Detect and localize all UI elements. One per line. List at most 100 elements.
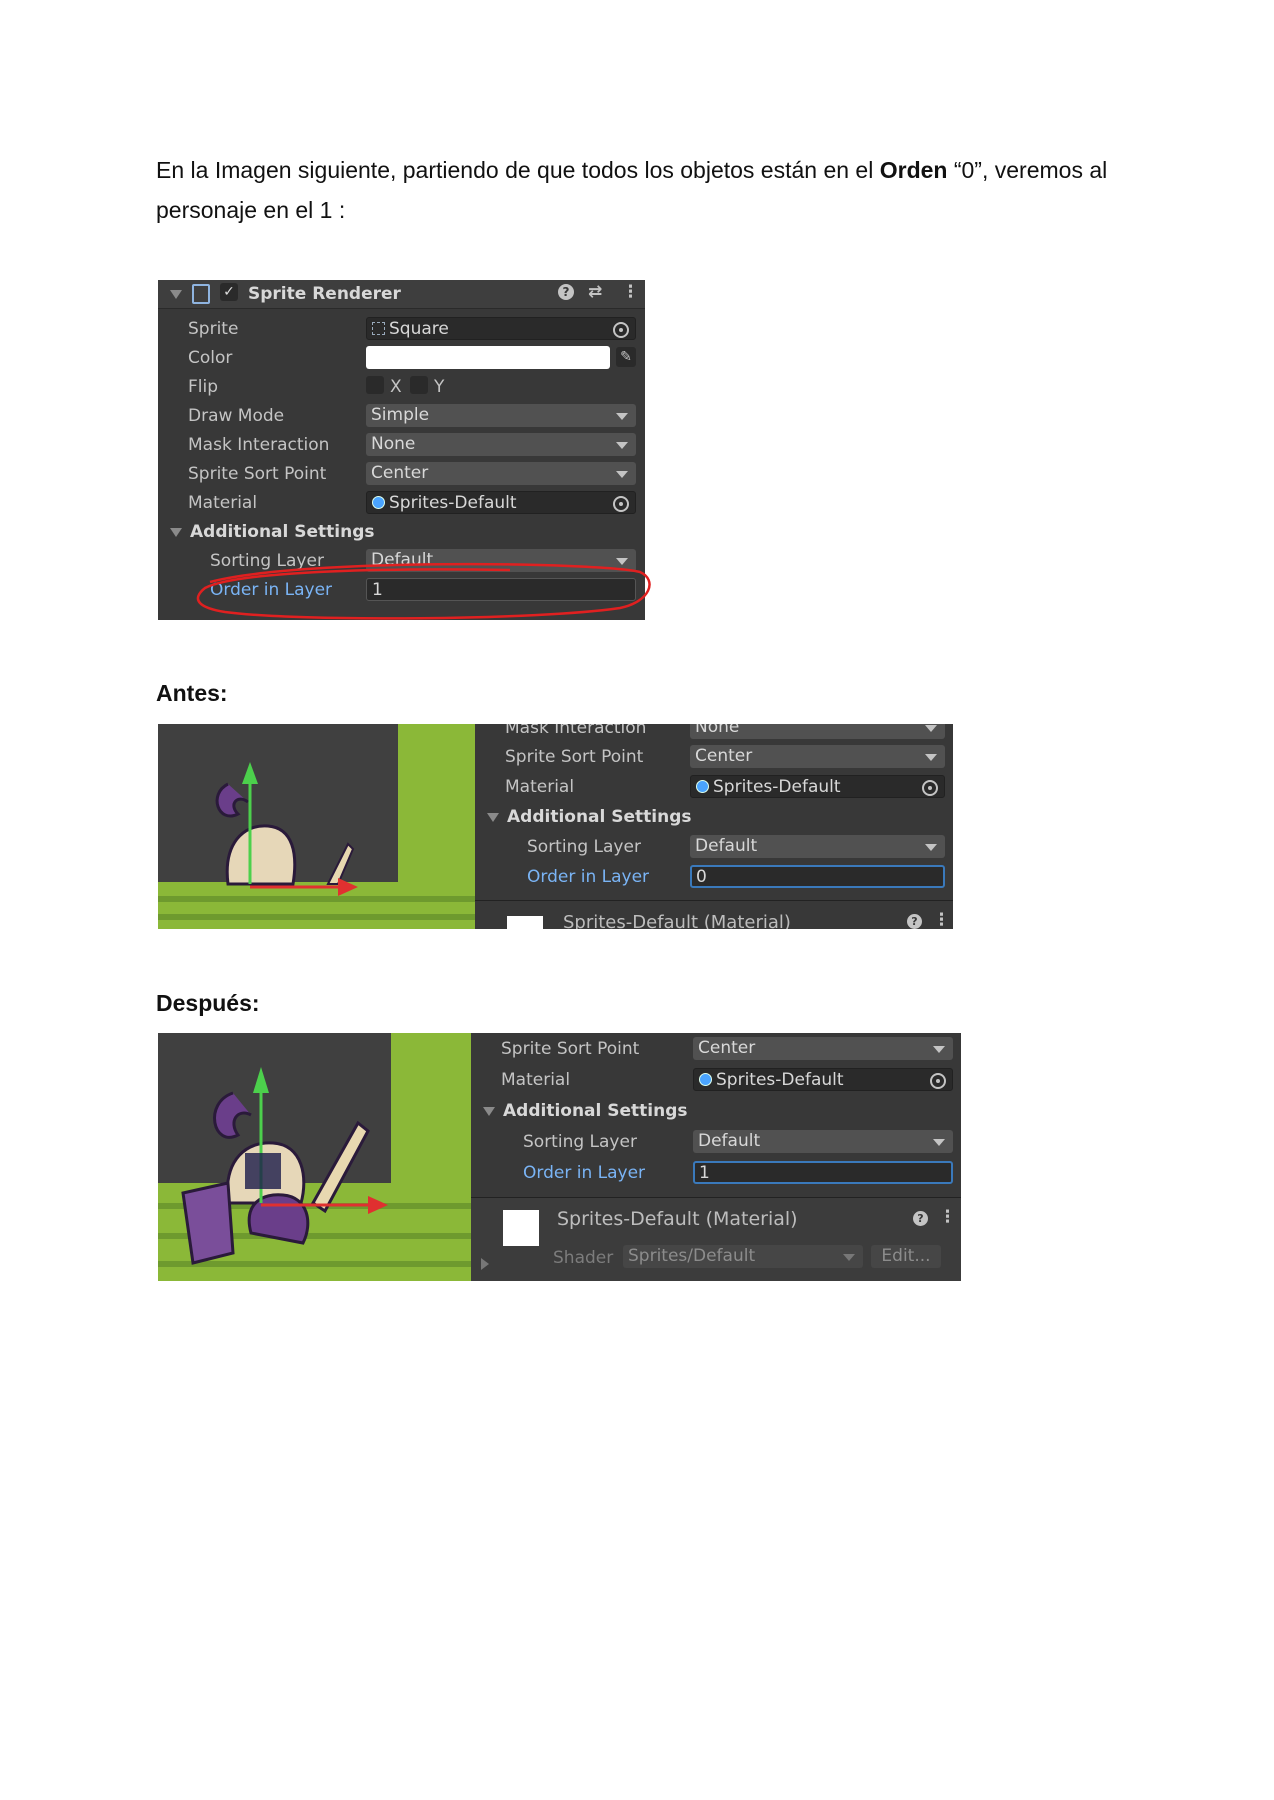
sprite-renderer-icon (192, 284, 210, 304)
draw-mode-row: Draw Mode Simple (158, 402, 645, 430)
mask-interaction-label: Mask Interaction (188, 435, 330, 455)
material-icon (699, 1073, 712, 1086)
sort-point-dropdown[interactable]: Center (366, 462, 636, 485)
sorting-layer-dropdown[interactable]: Default (690, 835, 945, 858)
material-field[interactable]: Sprites-Default (693, 1068, 953, 1091)
material-thumbnail (503, 1210, 539, 1246)
flip-y-checkbox[interactable] (410, 376, 428, 394)
sorting-layer-dropdown[interactable]: Default (693, 1130, 953, 1153)
additional-settings-label: Additional Settings (507, 807, 692, 827)
antes-heading: Antes: (156, 680, 228, 706)
material-section: Sprites-Default (Material) ? ⋮ Shader Sp… (471, 1198, 961, 1281)
sort-point-dropdown[interactable]: Center (690, 745, 945, 768)
flip-label: Flip (188, 377, 219, 397)
sort-point-row: Sprite Sort Point Center (475, 743, 953, 771)
edit-shader-button[interactable]: Edit... (871, 1245, 941, 1268)
presets-icon[interactable]: ⇄ (588, 282, 602, 302)
mask-interaction-dropdown[interactable]: None (690, 724, 945, 739)
material-row: Material Sprites-Default (158, 489, 645, 517)
flip-x-label: X (390, 377, 402, 397)
help-icon[interactable]: ? (558, 284, 574, 300)
additional-settings-row[interactable]: Additional Settings (475, 803, 953, 831)
draw-mode-dropdown[interactable]: Simple (366, 404, 636, 427)
foldout-icon (487, 812, 499, 822)
mask-interaction-value: None (695, 724, 740, 737)
draw-mode-value: Simple (371, 405, 430, 425)
help-icon[interactable]: ? (907, 914, 922, 929)
additional-settings-foldout[interactable]: Additional Settings (483, 1101, 688, 1121)
order-in-layer-value: 0 (696, 867, 707, 887)
object-picker-icon[interactable] (930, 1073, 946, 1089)
material-section-title: Sprites-Default (Material) (557, 1208, 798, 1230)
sprite-value: Square (389, 319, 449, 339)
eyedropper-icon[interactable]: ✎ (616, 347, 636, 367)
chevron-down-icon (925, 725, 937, 732)
chevron-down-icon (616, 471, 628, 478)
order-in-layer-label: Order in Layer (527, 867, 650, 887)
mask-interaction-row: Mask Interaction None (158, 431, 645, 459)
red-annotation-circle (196, 562, 651, 620)
color-swatch[interactable] (366, 346, 610, 369)
mask-interaction-label: Mask Interaction (505, 724, 647, 738)
chevron-down-icon (616, 413, 628, 420)
grass-texture (158, 914, 475, 920)
material-field[interactable]: Sprites-Default (690, 775, 945, 798)
despues-game-view (158, 1033, 471, 1281)
shader-value: Sprites/Default (628, 1246, 756, 1266)
sprite-field[interactable]: Square (366, 317, 636, 340)
flip-row: Flip X Y (158, 373, 645, 401)
material-row: Material Sprites-Default (471, 1066, 961, 1094)
more-options-icon[interactable]: ⋮ (939, 1207, 956, 1227)
order-in-layer-label: Order in Layer (523, 1163, 646, 1183)
material-field[interactable]: Sprites-Default (366, 491, 636, 514)
component-title: Sprite Renderer (248, 284, 401, 304)
sort-point-value: Center (371, 463, 429, 483)
knight-sprite (215, 762, 358, 896)
additional-settings-foldout[interactable]: Additional Settings (487, 807, 692, 827)
expand-icon[interactable] (481, 1258, 489, 1270)
object-picker-icon[interactable] (613, 322, 629, 338)
sorting-layer-value: Default (698, 1131, 761, 1151)
foldout-icon (170, 527, 182, 537)
material-icon (696, 780, 709, 793)
sort-point-label: Sprite Sort Point (501, 1039, 640, 1059)
shader-dropdown[interactable]: Sprites/Default (623, 1245, 863, 1268)
enabled-checkbox[interactable]: ✓ (220, 283, 238, 301)
square-sprite-icon (372, 322, 385, 335)
sort-point-value: Center (695, 746, 753, 766)
sort-point-row: Sprite Sort Point Center (471, 1035, 961, 1063)
additional-settings-row[interactable]: Additional Settings (471, 1097, 961, 1125)
sort-point-dropdown[interactable]: Center (693, 1037, 953, 1060)
material-row: Material Sprites-Default (475, 773, 953, 801)
sprite-label: Sprite (188, 319, 239, 339)
sorting-layer-row: Sorting Layer Default (471, 1128, 961, 1156)
more-options-icon[interactable]: ⋮ (622, 282, 639, 302)
additional-settings-label: Additional Settings (503, 1101, 688, 1121)
mask-interaction-dropdown[interactable]: None (366, 433, 636, 456)
component-header[interactable]: ✓ Sprite Renderer ? ⇄ ⋮ (158, 280, 645, 309)
help-icon[interactable]: ? (913, 1211, 928, 1226)
material-icon (372, 496, 385, 509)
collapse-icon[interactable] (170, 290, 182, 299)
sorting-layer-label: Sorting Layer (527, 837, 641, 857)
order-in-layer-input[interactable]: 0 (690, 865, 945, 888)
despues-heading: Después: (156, 990, 260, 1016)
intro-text-1: En la Imagen siguiente, partiendo de que… (156, 157, 880, 183)
object-picker-icon[interactable] (613, 496, 629, 512)
order-in-layer-row: Order in Layer 0 (475, 863, 953, 891)
material-footer-title: Sprites-Default (Material) (563, 912, 791, 929)
sorting-layer-label: Sorting Layer (523, 1132, 637, 1152)
object-picker-icon[interactable] (922, 780, 938, 796)
divider (475, 900, 953, 901)
chevron-down-icon (843, 1254, 855, 1261)
more-options-icon[interactable]: ⋮ (933, 910, 950, 929)
edit-label: Edit... (881, 1246, 931, 1266)
order-in-layer-input[interactable]: 1 (693, 1161, 953, 1184)
sorting-layer-row: Sorting Layer Default (475, 833, 953, 861)
despues-inspector: Sprite Sort Point Center Material Sprite… (471, 1033, 961, 1281)
flip-x-checkbox[interactable] (366, 376, 384, 394)
additional-settings-row[interactable]: Additional Settings (158, 518, 645, 546)
antes-game-view (158, 724, 475, 929)
material-label: Material (188, 493, 258, 513)
additional-settings-foldout[interactable]: Additional Settings (170, 522, 375, 542)
